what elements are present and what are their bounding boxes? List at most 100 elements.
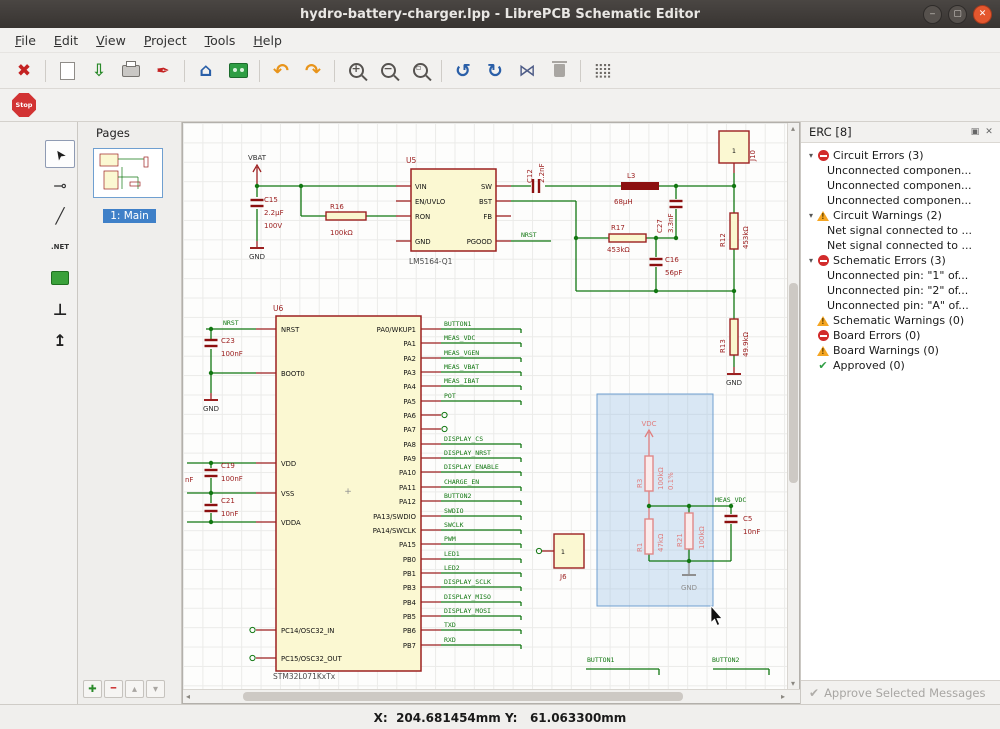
wire-tool-icon: [53, 176, 66, 195]
minimize-icon[interactable]: ‒: [923, 5, 942, 24]
line-tool-button[interactable]: [45, 202, 75, 230]
delete-button[interactable]: [544, 57, 574, 85]
component-tool-button[interactable]: [45, 264, 75, 292]
new-page-icon: [60, 62, 75, 80]
svg-text:10nF: 10nF: [743, 528, 760, 536]
move-page-up-button[interactable]: [125, 680, 144, 698]
export-button[interactable]: [84, 57, 114, 85]
zoom-fit-button[interactable]: [405, 57, 435, 85]
scroll-up-icon[interactable]: ▴: [791, 124, 795, 133]
error-icon: [817, 255, 829, 267]
scroll-right-icon[interactable]: ▸: [781, 692, 785, 701]
select-tool-icon: [55, 147, 66, 162]
erc-message-row[interactable]: Unconnected componen...: [801, 193, 1000, 208]
erc-category-row[interactable]: ▾ Schematic Errors (3): [801, 253, 1000, 268]
erc-message-row[interactable]: Net signal connected to ...: [801, 238, 1000, 253]
gnd-tool-icon: [53, 300, 68, 319]
close-panel-icon[interactable]: ✕: [982, 125, 996, 139]
erc-row-label: Schematic Errors (3): [833, 254, 946, 267]
approve-selected-button[interactable]: ✔ Approve Selected Messages: [801, 680, 1000, 704]
erc-message-row[interactable]: Unconnected pin: "2" of...: [801, 283, 1000, 298]
zoom-in-button[interactable]: [341, 57, 371, 85]
print-button[interactable]: [116, 57, 146, 85]
rotate-ccw-button[interactable]: [448, 57, 478, 85]
menu-tools[interactable]: Tools: [196, 30, 245, 51]
vertical-scrollbar[interactable]: ▴ ▾: [787, 123, 799, 689]
redo-button[interactable]: [298, 57, 328, 85]
export-pdf-button[interactable]: [148, 57, 178, 85]
tree-expand-icon[interactable]: ▾: [805, 211, 817, 220]
svg-text:PA9: PA9: [403, 455, 416, 463]
svg-text:BUTTON1: BUTTON1: [587, 656, 614, 664]
erc-category-row[interactable]: Board Errors (0): [801, 328, 1000, 343]
close-project-button[interactable]: [9, 57, 39, 85]
erc-message-row[interactable]: Net signal connected to ...: [801, 223, 1000, 238]
error-icon: [817, 150, 829, 162]
warning-icon: [817, 345, 829, 357]
erc-category-row[interactable]: Approved (0): [801, 358, 1000, 373]
new-page-button[interactable]: [52, 57, 82, 85]
page-thumbnail[interactable]: [93, 148, 163, 198]
netlabel-tool-button[interactable]: [45, 233, 75, 261]
select-tool-button[interactable]: [45, 140, 75, 168]
horizontal-scroll-thumb[interactable]: [243, 692, 683, 701]
svg-text:J10: J10: [749, 150, 757, 162]
erc-category-row[interactable]: Board Warnings (0): [801, 343, 1000, 358]
close-icon[interactable]: ✕: [973, 5, 992, 24]
move-page-down-button[interactable]: [146, 680, 165, 698]
control-panel-button[interactable]: [191, 57, 221, 85]
toolbar-separator: [580, 60, 581, 82]
erc-message-row[interactable]: Unconnected componen...: [801, 163, 1000, 178]
erc-category-row[interactable]: ▾Circuit Warnings (2): [801, 208, 1000, 223]
grid-button[interactable]: [587, 57, 617, 85]
svg-text:R21: R21: [676, 533, 684, 547]
erc-row-label: Approved (0): [833, 359, 905, 372]
toolbar-separator: [45, 60, 46, 82]
svg-text:DISPLAY_SCLK: DISPLAY_SCLK: [444, 578, 491, 586]
menu-help[interactable]: Help: [244, 30, 291, 51]
menu-edit[interactable]: Edit: [45, 30, 87, 51]
titlebar[interactable]: hydro-battery-charger.lpp - LibrePCB Sch…: [0, 0, 1000, 29]
svg-text:GND: GND: [249, 253, 265, 261]
board-editor-button[interactable]: [223, 57, 253, 85]
move-page-up-icon: [132, 684, 137, 695]
erc-category-row[interactable]: Schematic Warnings (0): [801, 313, 1000, 328]
wire-tool-button[interactable]: [45, 171, 75, 199]
float-panel-icon[interactable]: ▣: [968, 125, 982, 139]
svg-text:BUTTON1: BUTTON1: [444, 320, 471, 328]
mirror-button[interactable]: [512, 57, 542, 85]
add-page-button[interactable]: [83, 680, 102, 698]
menu-file[interactable]: File: [6, 30, 45, 51]
page-name: 1: Main: [103, 209, 156, 223]
tree-expand-icon[interactable]: ▾: [805, 256, 817, 265]
menu-project[interactable]: Project: [135, 30, 196, 51]
erc-category-row[interactable]: ▾Circuit Errors (3): [801, 148, 1000, 163]
zoom-out-button[interactable]: [373, 57, 403, 85]
tree-expand-icon[interactable]: ▾: [805, 151, 817, 160]
erc-message-row[interactable]: Unconnected componen...: [801, 178, 1000, 193]
erc-message-row[interactable]: Unconnected pin: "A" of...: [801, 298, 1000, 313]
scroll-left-icon[interactable]: ◂: [186, 692, 190, 701]
svg-text:SWCLK: SWCLK: [444, 521, 464, 529]
horizontal-scrollbar[interactable]: ◂ ▸: [183, 689, 801, 703]
scroll-down-icon[interactable]: ▾: [791, 679, 795, 688]
svg-text:C19: C19: [221, 462, 235, 470]
gnd-tool-button[interactable]: [45, 295, 75, 323]
svg-text:PB7: PB7: [403, 642, 416, 650]
rotate-cw-button[interactable]: [480, 57, 510, 85]
vertical-scroll-thumb[interactable]: [789, 283, 798, 483]
undo-button[interactable]: [266, 57, 296, 85]
page-list-item[interactable]: 1: Main: [78, 204, 181, 223]
svg-text:PWM: PWM: [444, 535, 456, 543]
svg-text:CHARGE_EN: CHARGE_EN: [444, 478, 479, 486]
svg-text:1: 1: [561, 548, 565, 556]
svg-text:PB4: PB4: [403, 599, 416, 607]
stop-button[interactable]: [9, 91, 39, 119]
remove-page-button[interactable]: [104, 680, 123, 698]
erc-message-row[interactable]: Unconnected pin: "1" of...: [801, 268, 1000, 283]
menu-view[interactable]: View: [87, 30, 135, 51]
vcc-tool-button[interactable]: [45, 326, 75, 354]
schematic-canvas[interactable]: U5LM5164-Q1VINSWEN/UVLOBSTRONFBGNDPGOODU…: [183, 123, 787, 689]
maximize-icon[interactable]: ▢: [948, 5, 967, 24]
svg-text:PA11: PA11: [399, 484, 416, 492]
